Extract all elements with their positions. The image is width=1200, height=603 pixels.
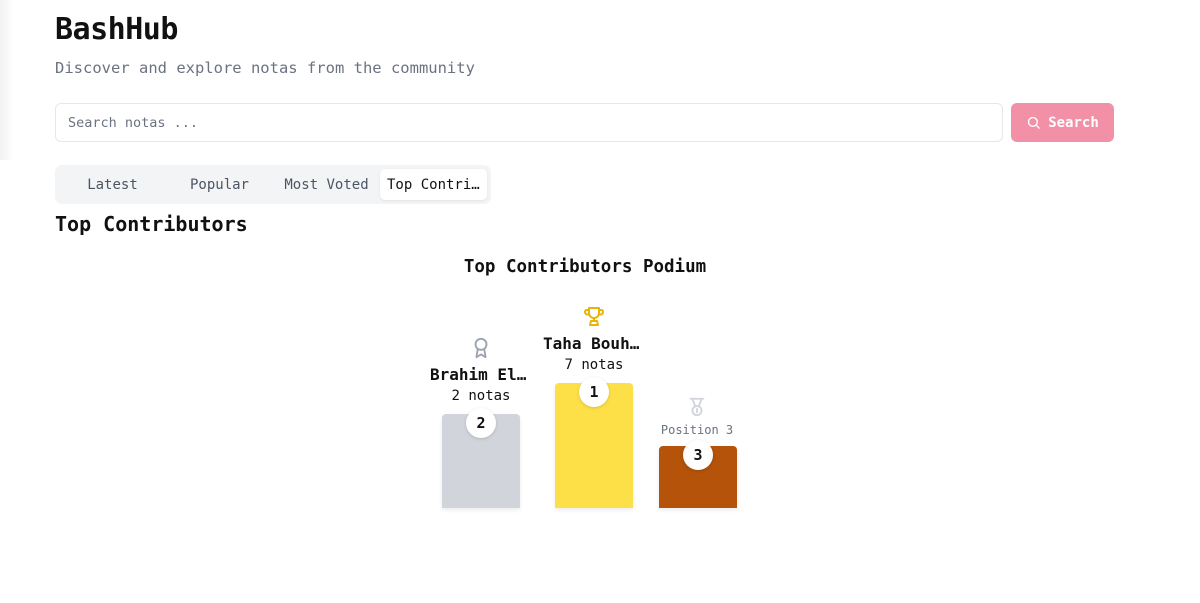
tab-most-voted[interactable]: Most Voted — [273, 169, 380, 200]
podium-title: Top Contributors Podium — [463, 257, 707, 277]
section-title: Top Contributors — [55, 212, 248, 236]
tab-popular[interactable]: Popular — [166, 169, 273, 200]
podium-name-second: Brahim El Hamdaoui — [430, 365, 531, 384]
tab-label: Latest — [87, 176, 138, 193]
podium-name-first: Taha Bouhsine — [543, 334, 644, 353]
edge-shadow — [0, 0, 14, 160]
podium-position-third: Position 3 — [660, 423, 734, 437]
tab-bar: Latest Popular Most Voted Top Contributo… — [55, 165, 491, 204]
rank-badge-third: 3 — [683, 440, 713, 470]
app-title: BashHub — [55, 12, 178, 47]
trophy-icon — [584, 307, 604, 326]
search-input[interactable] — [55, 103, 1003, 142]
rank-badge-first: 1 — [579, 377, 609, 407]
medal-icon — [689, 397, 705, 417]
tab-label: Popular — [189, 176, 249, 193]
podium-count-second: 2 notas — [451, 388, 511, 404]
search-button[interactable]: Search — [1011, 103, 1114, 142]
rank-badge-second: 2 — [466, 408, 496, 438]
search-icon — [1028, 116, 1041, 129]
app-subtitle: Discover and explore notas from the comm… — [55, 59, 475, 77]
podium-count-first: 7 notas — [564, 357, 624, 373]
tab-label: Top Contributors — [387, 176, 480, 193]
search-button-label: Search — [1048, 114, 1099, 131]
award-ribbon-icon — [474, 337, 488, 359]
tab-label: Most Voted — [284, 176, 369, 193]
tab-top-contributors[interactable]: Top Contributors — [380, 169, 487, 200]
tab-latest[interactable]: Latest — [59, 169, 166, 200]
